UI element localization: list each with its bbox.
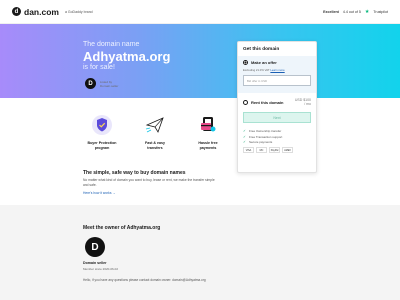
make-offer-option[interactable]: Make an offer Excluding 21.0% VAT Learn … <box>238 56 316 93</box>
owner-member-since: Member since 2020-06-02 <box>83 267 119 271</box>
feature-label: Fast & easy transfers <box>145 141 165 150</box>
hero-banner: The domain name Adhyatma.org is for sale… <box>0 24 400 98</box>
feature-label-line1: Hassle free <box>198 141 218 145</box>
offer-input[interactable]: Bid offer in USD <box>243 75 311 86</box>
paper-plane-icon <box>144 114 166 136</box>
card-title: Get this domain <box>243 47 280 52</box>
purchase-card: Get this domain Make an offer Excluding … <box>237 41 317 173</box>
rent-price: USD $100 / mo <box>295 98 311 106</box>
rent-radio[interactable] <box>243 99 248 105</box>
features-row: Buyer Protection program Fast & easy tra… <box>80 114 230 150</box>
benefit-text: Secure payments <box>248 140 273 144</box>
feature-label: Hassle free payments <box>198 141 217 150</box>
credit-card-icon <box>197 114 219 136</box>
check-icon: ✓ <box>243 140 246 144</box>
listed-by-text: Listed by Domain seller <box>100 80 118 88</box>
rent-label: Rent this domain <box>251 99 284 105</box>
amex-icon: AMEX <box>282 147 293 153</box>
listed-by: D Listed by Domain seller <box>85 78 118 89</box>
paypal-icon: PayPal <box>269 147 280 153</box>
payment-methods: VISA MC PayPal AMEX <box>243 147 311 153</box>
dan-logo[interactable]: d dan.com a GoDaddy brand <box>12 7 93 17</box>
benefit-item: ✓ Secure payments <box>243 140 311 144</box>
mastercard-icon: MC <box>256 147 267 153</box>
owner-avatar: D <box>85 237 105 257</box>
benefit-item: ✓ Free Transaction support <box>243 135 311 139</box>
trustpilot-rating[interactable]: Excellent 4.4 out of 5 ★ Trustpilot <box>323 9 388 15</box>
owner-message: Hello, if you have any questions please … <box>83 278 206 282</box>
feature-label-line1: Buyer Protection <box>87 141 117 145</box>
how-it-works-link[interactable]: Here's how it works → <box>83 191 116 195</box>
safe-heading: The simple, safe way to buy domain names <box>83 170 186 176</box>
offer-label: Make an offer <box>251 60 277 65</box>
offer-vat-text: Excluding 21.0% VAT <box>243 68 270 72</box>
hero-domain-name: Adhyatma.org <box>83 49 171 64</box>
rent-option[interactable]: Rent this domain USD $100 / mo <box>243 98 311 106</box>
hero-subtitle: The domain name <box>83 41 140 48</box>
safe-description: No matter what kind of domain you want t… <box>83 178 215 187</box>
owner-heading: Meet the owner of Adhyatma.org <box>83 225 161 231</box>
listed-by-seller: Domain seller <box>100 83 119 88</box>
site-header: d dan.com a GoDaddy brand Excellent 4.4 … <box>0 0 400 24</box>
trustpilot-star-icon: ★ <box>364 8 370 15</box>
owner-role: Domain seller <box>83 261 107 265</box>
benefit-item: ✓ Free Ownership transfer <box>243 129 311 133</box>
feature-buyer-protection: Buyer Protection program <box>80 114 124 150</box>
feature-label-line2: payments <box>199 145 217 150</box>
logo-mark-icon: d <box>12 7 21 16</box>
feature-hassle-free: Hassle free payments <box>186 114 230 150</box>
logo-subtitle: a GoDaddy brand <box>64 9 93 14</box>
seller-avatar: D <box>85 78 96 89</box>
rent-price-period: / mo <box>304 102 311 106</box>
learn-more-link[interactable]: Learn more <box>270 68 284 72</box>
feature-fast-transfers: Fast & easy transfers <box>133 114 177 150</box>
next-button[interactable]: Next <box>243 112 311 123</box>
benefit-text: Free Transaction support <box>248 134 283 139</box>
benefit-text: Free Ownership transfer <box>248 129 282 133</box>
feature-label-line2: program <box>94 145 110 150</box>
logo-text: dan.com <box>24 6 59 17</box>
check-icon: ✓ <box>243 129 246 133</box>
visa-icon: VISA <box>243 147 254 153</box>
check-icon: ✓ <box>243 134 246 139</box>
trust-brand: Trustpilot <box>373 9 388 14</box>
offer-vat-note: Excluding 21.0% VAT Learn more <box>243 68 311 72</box>
benefits-list: ✓ Free Ownership transfer ✓ Free Transacti… <box>243 129 311 144</box>
shield-icon <box>91 114 113 136</box>
feature-label-line1: Fast & easy <box>145 141 165 145</box>
feature-label-line2: transfers <box>147 145 163 150</box>
offer-radio[interactable] <box>243 60 248 65</box>
feature-label: Buyer Protection program <box>88 141 117 150</box>
trust-rating: 4.4 out of 5 <box>342 9 361 14</box>
trust-label: Excellent <box>323 9 339 14</box>
owner-section: Meet the owner of Adhyatma.org D Domain … <box>0 205 400 300</box>
hero-for-sale: is for sale! <box>83 64 115 71</box>
